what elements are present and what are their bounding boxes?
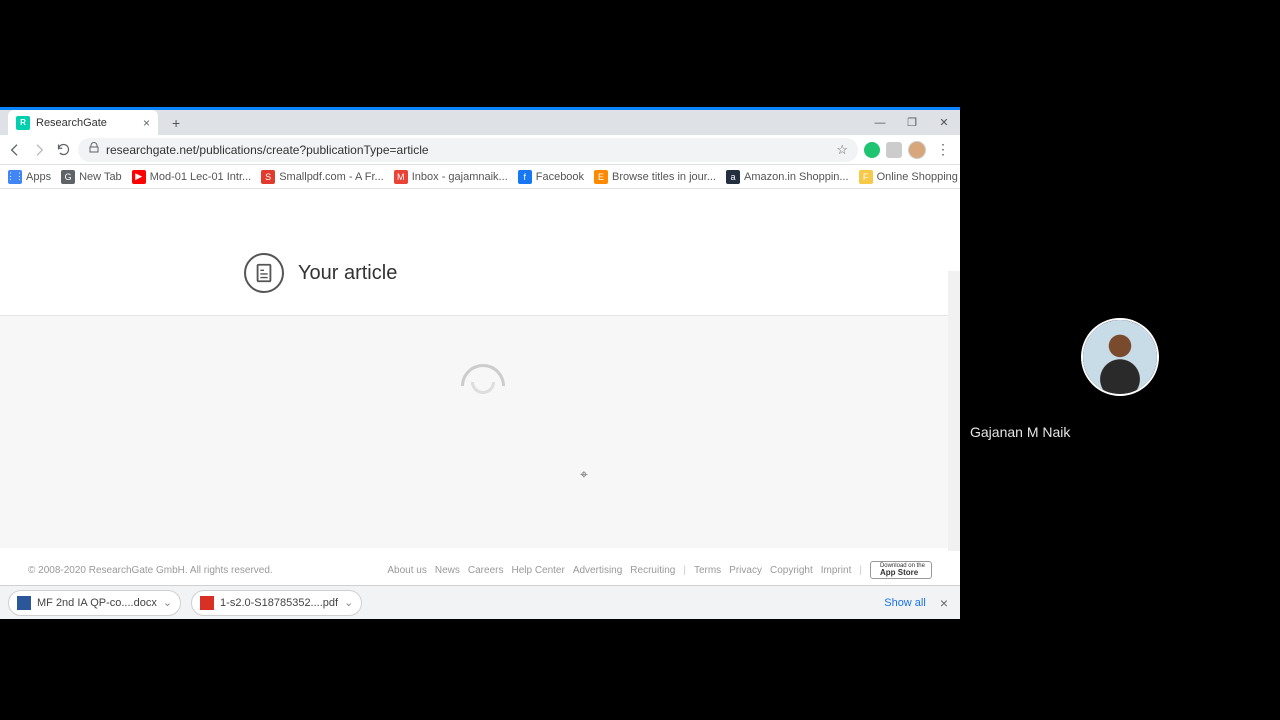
page-body: Your article ⌖ © 2008-2020 ResearchGate … — [0, 189, 960, 585]
video-participant-panel: Gajanan M Naik — [960, 268, 1280, 452]
back-button[interactable] — [6, 141, 24, 159]
copyright-text: © 2008-2020 ResearchGate GmbH. All right… — [28, 565, 387, 576]
footer-link[interactable]: Careers — [468, 565, 504, 576]
bookmark-label: Smallpdf.com - A Fr... — [279, 171, 384, 183]
bookmark-favicon: F — [859, 170, 873, 184]
article-icon — [244, 253, 284, 293]
download-filename: MF 2nd IA QP-co....docx — [37, 597, 157, 609]
bookmark-label: Apps — [26, 171, 51, 183]
bookmark-item[interactable]: a Amazon.in Shoppin... — [726, 170, 849, 184]
bookmark-favicon: ▶ — [132, 170, 146, 184]
separator: | — [683, 565, 686, 576]
show-all-downloads-button[interactable]: Show all — [884, 597, 926, 609]
loading-spinner-icon — [461, 364, 499, 402]
bookmark-item[interactable]: G New Tab — [61, 170, 122, 184]
footer-link[interactable]: Help Center — [511, 565, 564, 576]
scrollbar[interactable] — [948, 271, 960, 551]
footer-link[interactable]: Copyright — [770, 565, 813, 576]
footer-link[interactable]: Advertising — [573, 565, 622, 576]
bookmark-label: Inbox - gajamnaik... — [412, 171, 508, 183]
page-footer: © 2008-2020 ResearchGate GmbH. All right… — [0, 555, 960, 585]
chevron-down-icon[interactable]: ⌄ — [344, 596, 353, 609]
url-text: researchgate.net/publications/create?pub… — [106, 143, 830, 157]
browser-tab[interactable]: R ResearchGate × — [8, 110, 158, 135]
bookmark-favicon: S — [261, 170, 275, 184]
footer-link[interactable]: About us — [387, 565, 426, 576]
close-tab-icon[interactable]: × — [143, 116, 150, 130]
bookmark-item[interactable]: E Browse titles in jour... — [594, 170, 716, 184]
bookmark-label: Amazon.in Shoppin... — [744, 171, 849, 183]
loading-area: ⌖ — [0, 316, 960, 548]
tab-strip: R ResearchGate × + — ❐ ✕ — [0, 107, 960, 135]
download-item[interactable]: 1-s2.0-S18785352....pdf ⌄ — [191, 590, 362, 616]
page-content: RG Your article ⌖ © 2008-2020 ResearchGa… — [0, 189, 960, 585]
bookmark-star-icon[interactable]: ☆ — [836, 142, 848, 158]
page-title: Your article — [298, 262, 397, 285]
bookmark-label: Browse titles in jour... — [612, 171, 716, 183]
tab-title: ResearchGate — [36, 117, 137, 129]
chrome-menu-button[interactable]: ⋮ — [932, 141, 954, 158]
bookmark-label: Facebook — [536, 171, 584, 183]
appstore-badge[interactable]: Download on theApp Store — [870, 561, 932, 579]
chevron-down-icon[interactable]: ⌄ — [163, 596, 172, 609]
address-bar: researchgate.net/publications/create?pub… — [0, 135, 960, 165]
bookmark-label: Mod-01 Lec-01 Intr... — [150, 171, 252, 183]
bookmark-item[interactable]: ▶ Mod-01 Lec-01 Intr... — [132, 170, 252, 184]
forward-button[interactable] — [30, 141, 48, 159]
bookmark-item[interactable]: S Smallpdf.com - A Fr... — [261, 170, 384, 184]
bookmark-favicon: f — [518, 170, 532, 184]
download-item[interactable]: MF 2nd IA QP-co....docx ⌄ — [8, 590, 181, 616]
favicon-researchgate: R — [16, 116, 30, 130]
bookmark-favicon: M — [394, 170, 408, 184]
pdf-file-icon — [200, 596, 214, 610]
url-box[interactable]: researchgate.net/publications/create?pub… — [78, 138, 858, 162]
extension-icon[interactable] — [864, 142, 880, 158]
bookmarks-bar: ⋮⋮ Apps G New Tab ▶ Mod-01 Lec-01 Intr... S Sma… — [0, 165, 960, 189]
bookmark-item[interactable]: M Inbox - gajamnaik... — [394, 170, 508, 184]
download-filename: 1-s2.0-S18785352....pdf — [220, 597, 338, 609]
bookmark-item[interactable]: ⋮⋮ Apps — [8, 170, 51, 184]
footer-links: About us News Careers Help Center Advertisin… — [387, 561, 932, 579]
bookmark-label: Online Shopping Si... — [877, 171, 960, 183]
avatar-image — [1083, 320, 1157, 394]
close-downloads-bar-button[interactable]: × — [936, 595, 952, 611]
footer-link[interactable]: Terms — [694, 565, 721, 576]
footer-link[interactable]: Imprint — [821, 565, 852, 576]
bookmark-favicon: a — [726, 170, 740, 184]
reload-button[interactable] — [54, 141, 72, 159]
separator: | — [859, 565, 862, 576]
footer-link[interactable]: Recruiting — [630, 565, 675, 576]
downloads-bar: MF 2nd IA QP-co....docx⌄1-s2.0-S18785352… — [0, 585, 960, 619]
bookmark-favicon: G — [61, 170, 75, 184]
window-controls: — ❐ ✕ — [864, 110, 960, 135]
maximize-button[interactable]: ❐ — [896, 110, 928, 135]
footer-link[interactable]: News — [435, 565, 460, 576]
article-header: Your article — [0, 229, 960, 316]
docx-file-icon — [17, 596, 31, 610]
close-window-button[interactable]: ✕ — [928, 110, 960, 135]
bookmark-item[interactable]: F Online Shopping Si... — [859, 170, 960, 184]
extension-icon-2[interactable] — [886, 142, 902, 158]
bookmark-item[interactable]: f Facebook — [518, 170, 584, 184]
profile-avatar-icon[interactable] — [908, 141, 926, 159]
lock-icon — [88, 142, 100, 157]
browser-window: R ResearchGate × + — ❐ ✕ researchgate.ne… — [0, 107, 960, 619]
cursor-icon: ⌖ — [580, 466, 588, 483]
participant-avatar — [1081, 318, 1159, 396]
bookmark-label: New Tab — [79, 171, 122, 183]
participant-name: Gajanan M Naik — [970, 424, 1070, 440]
bookmark-favicon: ⋮⋮ — [8, 170, 22, 184]
minimize-button[interactable]: — — [864, 110, 896, 135]
new-tab-button[interactable]: + — [164, 111, 188, 135]
footer-link[interactable]: Privacy — [729, 565, 762, 576]
bookmark-favicon: E — [594, 170, 608, 184]
